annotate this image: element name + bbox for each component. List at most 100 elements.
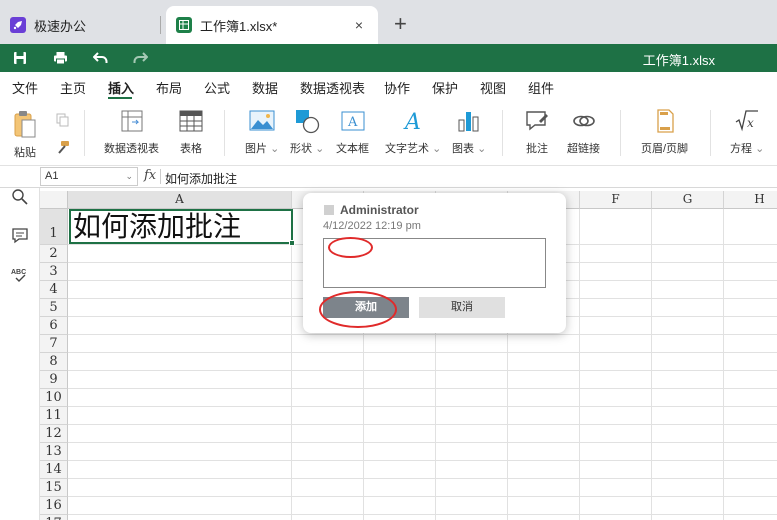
column-header-h[interactable]: H (724, 191, 777, 209)
row-header[interactable]: 3 (40, 263, 68, 281)
textbox-button[interactable]: A 文本框 (336, 108, 369, 156)
column-header-f[interactable]: F (580, 191, 652, 209)
grid-line (68, 424, 777, 425)
menu-view[interactable]: 视图 (480, 78, 506, 97)
ribbon-divider (224, 110, 225, 156)
cancel-comment-button[interactable]: 取消 (419, 297, 505, 318)
row-header[interactable]: 5 (40, 299, 68, 317)
document-title: 工作簿1.xlsx (642, 53, 715, 68)
menu-formula[interactable]: 公式 (204, 78, 230, 97)
comments-panel-icon[interactable] (11, 226, 29, 244)
column-header-g[interactable]: G (652, 191, 724, 209)
pivot-table-icon (119, 108, 145, 134)
row-header[interactable]: 8 (40, 353, 68, 371)
svg-text:A: A (403, 110, 421, 134)
chart-button[interactable]: 图表 ⌄ (452, 108, 486, 156)
grid-line (579, 209, 580, 520)
search-icon[interactable] (11, 188, 29, 206)
annotation-ellipse-add (319, 291, 397, 328)
select-all-corner[interactable] (40, 191, 68, 209)
menu-home[interactable]: 主页 (60, 78, 86, 97)
format-painter-icon[interactable] (55, 140, 71, 157)
row-header[interactable]: 14 (40, 461, 68, 479)
shape-button[interactable]: 形状 ⌄ (290, 108, 324, 156)
menu-file[interactable]: 文件 (12, 78, 38, 97)
active-menu-indicator (108, 97, 132, 99)
table-button[interactable]: 表格 (178, 108, 204, 156)
spellcheck-icon[interactable]: ABC (11, 266, 29, 284)
tab-label: 极速办公 (34, 18, 87, 34)
row-header[interactable]: 1 (40, 209, 68, 245)
ribbon-divider (620, 110, 621, 156)
svg-text:x: x (747, 116, 754, 130)
fill-handle[interactable] (289, 240, 295, 246)
save-icon[interactable] (11, 49, 29, 67)
app-titlebar: 工作簿1.xlsx (0, 44, 777, 72)
grid-line (68, 388, 777, 389)
row-header[interactable]: 7 (40, 335, 68, 353)
grid-line (651, 209, 652, 520)
chart-label: 图表 ⌄ (452, 143, 487, 155)
menu-layout[interactable]: 布局 (156, 78, 182, 97)
pivot-table-button[interactable]: 数据透视表 (104, 108, 159, 156)
left-sidebar: ABC (0, 188, 40, 520)
rocket-icon (10, 17, 26, 33)
cell-name-box[interactable]: A1 ⌄ (40, 167, 138, 186)
row-header[interactable]: 17 (40, 515, 68, 520)
cell-a1[interactable]: 如何添加批注 (69, 209, 293, 244)
comment-author: Administrator (340, 203, 419, 217)
row-header[interactable]: 13 (40, 443, 68, 461)
new-tab-button[interactable]: + (394, 12, 407, 36)
svg-text:A: A (347, 115, 358, 130)
equation-button[interactable]: x 方程 ⌄ (730, 108, 764, 156)
grid-line (68, 334, 777, 335)
browser-tabbar: 极速办公 工作簿1.xlsx* × + (0, 0, 777, 44)
picture-button[interactable]: 图片 ⌄ (245, 108, 279, 156)
print-icon[interactable] (51, 49, 69, 67)
row-header[interactable]: 11 (40, 407, 68, 425)
redo-icon[interactable] (131, 49, 149, 67)
row-header[interactable]: 12 (40, 425, 68, 443)
row-header[interactable]: 15 (40, 479, 68, 497)
row-header[interactable]: 4 (40, 281, 68, 299)
picture-icon (249, 108, 275, 134)
main-menu: 文件 主页 插入 布局 公式 数据 数据透视表 协作 保护 视图 组件 (0, 72, 777, 100)
comment-button[interactable]: 批注 (524, 108, 550, 156)
table-icon (178, 108, 204, 134)
menu-pivot[interactable]: 数据透视表 (300, 78, 365, 97)
table-label: 表格 (180, 143, 202, 155)
menu-data[interactable]: 数据 (252, 78, 278, 97)
copy-icon[interactable] (56, 113, 70, 130)
hyperlink-button[interactable]: 超链接 (567, 108, 600, 156)
row-header[interactable]: 16 (40, 497, 68, 515)
grid-line (68, 406, 777, 407)
menu-components[interactable]: 组件 (528, 78, 554, 97)
function-icon[interactable]: fx (144, 168, 156, 183)
column-header-a[interactable]: A (68, 191, 292, 209)
grid-line (291, 209, 292, 520)
ribbon-toolbar: 粘贴 数据透视表 表格 图片 ⌄ 形状 ⌄ A 文本框 A 文字艺术 ⌄ 图表 … (0, 100, 777, 166)
close-icon[interactable]: × (350, 17, 368, 33)
undo-icon[interactable] (91, 49, 109, 67)
picture-label: 图片 ⌄ (245, 143, 280, 155)
row-header[interactable]: 9 (40, 371, 68, 389)
shape-label: 形状 ⌄ (290, 143, 325, 155)
menu-insert[interactable]: 插入 (108, 78, 134, 97)
wordart-button[interactable]: A 文字艺术 ⌄ (385, 108, 441, 156)
row-header[interactable]: 6 (40, 317, 68, 335)
ribbon-divider (710, 110, 711, 156)
tab-jisu-office[interactable]: 极速办公 (0, 6, 166, 44)
grid-line (723, 209, 724, 520)
row-header[interactable]: 2 (40, 245, 68, 263)
header-footer-button[interactable]: 页眉/页脚 (641, 108, 688, 156)
formula-input[interactable]: 如何添加批注 (165, 170, 237, 187)
paste-button[interactable]: 粘贴 (12, 110, 38, 160)
chevron-down-icon[interactable]: ⌄ (125, 168, 133, 185)
menu-protect[interactable]: 保护 (432, 78, 458, 97)
tab-workbook[interactable]: 工作簿1.xlsx* × (166, 6, 378, 44)
row-header[interactable]: 10 (40, 389, 68, 407)
svg-text:ABC: ABC (11, 269, 26, 276)
hyperlink-label: 超链接 (567, 143, 600, 155)
textbox-label: 文本框 (336, 143, 369, 155)
menu-collaborate[interactable]: 协作 (384, 78, 410, 97)
